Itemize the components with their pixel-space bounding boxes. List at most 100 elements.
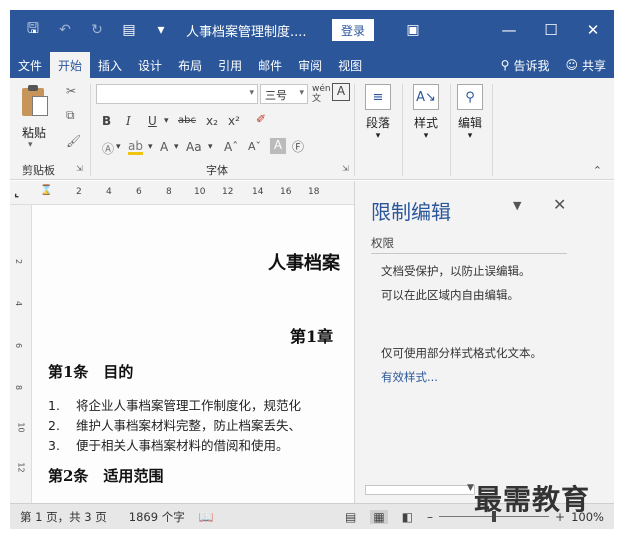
underline-button[interactable]: U — [148, 114, 157, 128]
ruler-tick: 12 — [222, 187, 234, 197]
tab-selector-icon[interactable]: ⌞ — [14, 186, 19, 199]
chevron-down-icon: ▾ — [375, 131, 381, 141]
pane-horizontal-scrollbar[interactable] — [365, 485, 475, 495]
font-color-icon[interactable]: A — [160, 140, 168, 154]
chevron-down-icon[interactable]: ▼ — [467, 483, 474, 493]
paste-button-label[interactable]: 粘贴 — [22, 124, 46, 141]
document-area: ⌞ ⌛ 2 4 6 8 10 12 14 16 18 2 4 6 8 10 12… — [10, 181, 354, 503]
collapse-ribbon-icon[interactable]: ⌃ — [593, 164, 602, 177]
share-button[interactable]: ☺ 共享 — [557, 52, 614, 78]
tab-layout[interactable]: 布局 — [170, 52, 210, 78]
chevron-down-icon: ▾ — [249, 88, 254, 98]
customize-qat-icon[interactable]: ▾ — [152, 21, 170, 39]
maximize-icon[interactable]: ☐ — [530, 10, 572, 50]
underline-dropdown-icon[interactable]: ▾ — [164, 116, 169, 126]
clear-formatting-icon[interactable]: ✐ — [256, 112, 266, 126]
tab-references[interactable]: 引用 — [210, 52, 250, 78]
highlight-color-icon[interactable]: ab — [128, 140, 143, 155]
tell-me-button[interactable]: ⚲ 告诉我 — [493, 52, 558, 78]
document-page[interactable]: 人事档案 第1章 第1条 目的 1. 将企业人事档案管理工作制度化，规范化 2. 维… — [32, 205, 354, 503]
clipboard-group-label: 剪贴板 — [22, 164, 55, 177]
paste-dropdown-icon[interactable]: ▾ — [28, 140, 33, 150]
font-launcher-icon[interactable]: ⇲ — [342, 164, 349, 173]
subscript-button[interactable]: x₂ — [206, 114, 218, 128]
strikethrough-button[interactable]: abc — [178, 115, 196, 126]
paragraph-button[interactable]: ≡ 段落 ▾ — [358, 84, 398, 141]
available-styles-link[interactable]: 有效样式... — [381, 369, 438, 385]
phonetic-guide-button[interactable]: wén 文 — [312, 84, 331, 104]
superscript-button[interactable]: x² — [228, 114, 240, 128]
minimize-icon[interactable]: — — [488, 10, 530, 50]
font-color-dropdown-icon[interactable]: ▾ — [174, 142, 179, 152]
horizontal-ruler[interactable]: ⌞ ⌛ 2 4 6 8 10 12 14 16 18 — [10, 181, 354, 205]
paragraph-label: 段落 — [365, 116, 390, 130]
tab-mailings[interactable]: 邮件 — [250, 52, 290, 78]
close-icon[interactable]: ✕ — [553, 195, 566, 214]
tab-design[interactable]: 设计 — [130, 52, 170, 78]
ruler-tick: 4 — [106, 187, 112, 197]
ribbon-display-options-icon[interactable]: ▣ — [404, 21, 422, 39]
group-separator — [354, 84, 355, 176]
paste-icon[interactable] — [22, 84, 50, 118]
clipboard-launcher-icon[interactable]: ⇲ — [76, 164, 83, 173]
web-layout-icon[interactable]: ◧ — [402, 510, 413, 524]
ruler-tick: 10 — [194, 187, 206, 197]
tab-view[interactable]: 视图 — [330, 52, 370, 78]
character-border-button[interactable]: A — [332, 83, 350, 101]
styles-button[interactable]: A↘ 样式 ▾ — [406, 84, 446, 141]
grow-font-button[interactable]: Aˆ — [224, 140, 238, 154]
indent-marker-icon[interactable]: ⌛ — [40, 185, 52, 196]
font-size-combo[interactable]: 三号 ▾ — [260, 84, 308, 104]
copy-icon[interactable]: ⧉ — [66, 108, 75, 123]
ribbon: 粘贴 ▾ ✂ ⧉ 🖌 剪贴板 ⇲ ▾ 三号 ▾ wén 文 A B I U ▾ … — [10, 78, 614, 180]
change-case-button[interactable]: Aa — [186, 140, 202, 154]
tab-home[interactable]: 开始 — [50, 52, 91, 78]
document-heading: 人事档案 — [268, 253, 340, 274]
share-label: 共享 — [581, 58, 606, 73]
list-item: 1. 将企业人事档案管理工作制度化，规范化 — [48, 398, 302, 413]
pane-title: 限制编辑 — [371, 200, 451, 224]
tab-insert[interactable]: 插入 — [90, 52, 130, 78]
cut-icon[interactable]: ✂ — [66, 84, 76, 98]
highlight-dropdown-icon[interactable]: ▾ — [148, 142, 153, 152]
ruler-tick: 14 — [252, 187, 264, 197]
print-layout-icon[interactable]: ▦ — [370, 509, 388, 524]
pane-options-icon[interactable]: ▼ — [513, 199, 521, 212]
close-icon[interactable]: ✕ — [572, 10, 614, 50]
login-button[interactable]: 登录 — [332, 19, 375, 41]
shrink-font-button[interactable]: Aˇ — [248, 140, 261, 153]
list-item: 2. 维护人事档案材料完整，防止档案丢失、 — [48, 418, 302, 433]
ruler-tick: 2 — [14, 258, 24, 265]
undo-icon[interactable]: ↶ — [56, 21, 74, 39]
italic-button[interactable]: I — [126, 114, 131, 128]
touch-mode-icon[interactable]: ▤ — [120, 21, 138, 39]
vertical-ruler[interactable]: 2 4 6 8 10 12 — [10, 205, 32, 503]
bold-button[interactable]: B — [102, 114, 111, 128]
redo-icon[interactable]: ↻ — [88, 21, 106, 39]
group-separator — [402, 84, 403, 176]
enclose-characters-icon[interactable]: Ⓕ — [292, 138, 304, 155]
ruler-tick: 6 — [136, 187, 142, 197]
word-count[interactable]: 1869 个字 — [129, 509, 185, 525]
tab-file[interactable]: 文件 — [10, 52, 50, 78]
list-item: 3. 便于相关人事档案材料的借阅和使用。 — [48, 438, 289, 453]
font-name-combo[interactable]: ▾ — [96, 84, 258, 104]
chapter-heading: 第1章 — [290, 327, 334, 346]
page-count[interactable]: 第 1 页，共 3 页 — [20, 509, 107, 525]
read-mode-icon[interactable]: ▤ — [345, 510, 356, 524]
restrict-editing-pane: 限制编辑 ▼ ✕ 权限 文档受保护，以防止误编辑。 可以在此区域内自由编辑。 仅… — [354, 181, 614, 503]
change-case-dropdown-icon[interactable]: ▾ — [208, 142, 213, 152]
character-shading-button[interactable]: A — [270, 138, 286, 154]
format-painter-icon[interactable]: 🖌 — [66, 134, 81, 148]
editable-region-message: 可以在此区域内自由编辑。 — [381, 288, 519, 302]
text-effects-dropdown-icon[interactable]: ▾ — [116, 142, 121, 152]
ruler-tick: 12 — [16, 462, 26, 473]
proofing-icon[interactable]: 📖 — [199, 510, 214, 524]
tab-review[interactable]: 审阅 — [290, 52, 330, 78]
zoom-out-icon[interactable]: – — [427, 510, 433, 524]
save-icon[interactable]: 🖫 — [24, 21, 42, 39]
tab-extras: ⚲ 告诉我 ☺ 共享 — [493, 52, 614, 78]
ruler-tick: 8 — [14, 384, 24, 391]
text-effects-icon[interactable]: Ⓐ — [102, 140, 114, 157]
editing-button[interactable]: ⚲ 编辑 ▾ — [450, 84, 490, 141]
